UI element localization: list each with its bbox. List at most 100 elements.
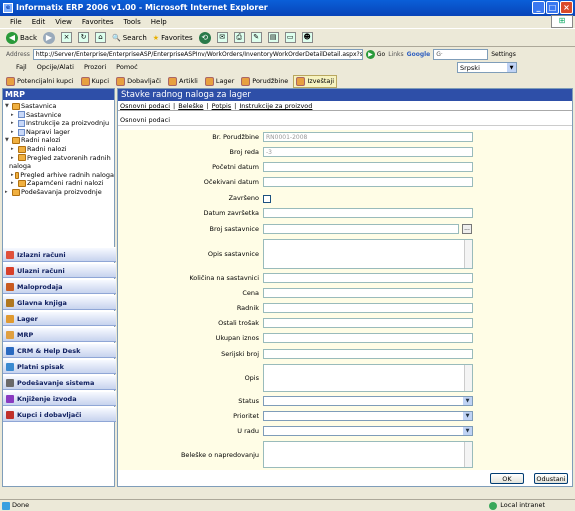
expand-icon[interactable]: ▸	[5, 188, 11, 197]
pocetni-datum-field[interactable]	[263, 162, 473, 172]
tree-item-radni-nalozi-folder[interactable]: ▼ Radni nalozi	[5, 136, 114, 145]
close-button[interactable]: ×	[560, 1, 573, 14]
ocekivani-datum-field[interactable]	[263, 177, 473, 187]
refresh-icon[interactable]: ↻	[78, 32, 89, 43]
zavrseno-checkbox[interactable]	[263, 195, 271, 203]
module-glavna-knjiga[interactable]: Glavna knjiga	[3, 295, 116, 310]
prioritet-select[interactable]: ▼	[263, 411, 473, 421]
module-platni-spisak[interactable]: Platni spisak	[3, 359, 116, 374]
discuss-icon[interactable]: ▤	[267, 32, 279, 43]
tree-item-sastavnice[interactable]: ▸ Sastavnice	[5, 111, 114, 120]
quick-artikli[interactable]: Artikli	[166, 76, 200, 87]
datum-zavrsetka-field[interactable]	[263, 208, 473, 218]
back-button[interactable]: ◀ Back	[6, 31, 37, 44]
address-input[interactable]: http://Server/Enterprise/EnterpriseASP/E…	[32, 48, 363, 60]
tree-item-pregled-zatvorenih[interactable]: ▸ Pregled zatvorenih radnih	[5, 154, 114, 163]
menu-favorites[interactable]: Favorites	[82, 16, 114, 28]
opis-sastavnice-textarea[interactable]	[263, 239, 473, 269]
scrollbar[interactable]	[464, 442, 472, 467]
links-label[interactable]: Links	[388, 51, 403, 58]
google-search-input[interactable]: G·	[433, 48, 489, 60]
collapse-icon[interactable]: ▼	[5, 102, 11, 111]
browser-toolbar: ◀ Back ▶ × ↻ ⌂ 🔍 Search ★ Favorites ⟲ ✉ ⎙ ✎…	[0, 28, 575, 47]
module-mrp[interactable]: MRP	[3, 327, 116, 342]
status-select[interactable]: ▼	[263, 396, 473, 406]
tree-item-sastavnica[interactable]: ▼ Sastavnica	[5, 102, 114, 111]
search-button[interactable]: 🔍 Search	[112, 34, 147, 42]
quick-porudzbine[interactable]: Porudžbine	[239, 76, 290, 87]
tree-item-podesavanja[interactable]: ▸ Podešavanja proizvodnje	[5, 188, 114, 197]
tab-instrukcije[interactable]: Instrukcije za proizvod	[239, 101, 312, 110]
tree-item-pregled-zatvorenih-cont[interactable]: naloga	[5, 162, 114, 171]
cancel-button[interactable]: Odustani	[534, 473, 568, 484]
quick-potencijalni-kupci[interactable]: Potencijalni kupci	[4, 76, 76, 87]
home-icon[interactable]: ⌂	[95, 32, 106, 43]
cena-field[interactable]	[263, 288, 473, 298]
ok-button[interactable]: OK	[490, 473, 524, 484]
tab-beleske[interactable]: Beleške	[178, 101, 203, 110]
menu-file[interactable]: File	[10, 16, 22, 28]
left-panel: MRP ▼ Sastavnica ▸ Sastavnice ▸ Instrukcije…	[2, 88, 116, 487]
forward-button[interactable]: ▶	[43, 31, 55, 44]
menu-edit[interactable]: Edit	[32, 16, 46, 28]
folder-icon[interactable]: ▭	[284, 32, 296, 43]
go-button[interactable]: ▶ Go	[365, 49, 385, 59]
tree-item-napravi-lager[interactable]: ▸ Napravi lager	[5, 128, 114, 137]
br-porudzbine-field[interactable]: RN0001-2008	[263, 132, 473, 142]
module-ulazni-racuni[interactable]: Ulazni računi	[3, 263, 116, 278]
module-kupci-dobavljaci[interactable]: Kupci i dobavljači	[3, 407, 116, 422]
label-ostali-trosak: Ostali trošak	[218, 319, 259, 327]
app-menu-pomoc[interactable]: Pomoć	[116, 61, 138, 74]
module-crm[interactable]: CRM & Help Desk	[3, 343, 116, 358]
module-podesavanje-sistema[interactable]: Podešavanje sistema	[3, 375, 116, 390]
ukupan-iznos-field[interactable]	[263, 333, 473, 343]
settings-link[interactable]: Settings	[491, 51, 516, 58]
u-radu-select[interactable]: ▼	[263, 426, 473, 436]
scrollbar[interactable]	[464, 240, 472, 268]
tree-item-radni-nalozi[interactable]: ▸ Radni nalozi	[5, 145, 114, 154]
tab-potpis[interactable]: Potpis	[212, 101, 232, 110]
broj-sastavnice-field[interactable]	[263, 224, 459, 234]
menu-help[interactable]: Help	[151, 16, 167, 28]
stop-icon[interactable]: ×	[61, 32, 72, 43]
tree-item-pregled-arhive[interactable]: ▸ Pregled arhive radnih naloga	[5, 171, 114, 180]
radnik-field[interactable]	[263, 303, 473, 313]
language-select[interactable]: Srpski ▼	[457, 62, 517, 73]
lookup-button[interactable]: ...	[462, 224, 472, 234]
module-maloprodaja[interactable]: Maloprodaja	[3, 279, 116, 294]
broj-reda-field[interactable]: -3	[263, 147, 473, 157]
app-menu-opcije[interactable]: Opcije/Alati	[37, 61, 74, 74]
menu-tools[interactable]: Tools	[124, 16, 141, 28]
quick-dobavljaci[interactable]: Dobavljači	[114, 76, 163, 87]
app-menu-fajl[interactable]: Fajl	[16, 61, 27, 74]
maximize-button[interactable]: □	[546, 1, 559, 14]
serijski-broj-field[interactable]	[263, 349, 473, 359]
mail-icon[interactable]: ✉	[216, 32, 228, 43]
inventory-icon	[204, 76, 214, 86]
minimize-button[interactable]: _	[532, 1, 545, 14]
app-menu-prozori[interactable]: Prozori	[84, 61, 106, 74]
collapse-icon[interactable]: ▼	[5, 136, 11, 145]
module-knjizenje-izvoda[interactable]: Knjiženje izvoda	[3, 391, 116, 406]
beleske-textarea[interactable]	[263, 441, 473, 468]
kolicina-field[interactable]	[263, 273, 473, 283]
history-icon[interactable]: ⟲	[198, 31, 211, 44]
star-icon: ★	[152, 33, 160, 42]
tree-item-zapamceni[interactable]: ▸ Zapamćeni radni nalozi	[5, 179, 114, 188]
tab-osnovni-podaci[interactable]: Osnovni podaci	[120, 101, 170, 110]
ostali-trosak-field[interactable]	[263, 318, 473, 328]
module-lager[interactable]: Lager	[3, 311, 116, 326]
opis-textarea[interactable]	[263, 364, 473, 392]
quick-kupci[interactable]: Kupci	[79, 76, 112, 87]
module-izlazni-racuni[interactable]: Izlazni računi	[3, 247, 116, 262]
favorites-button[interactable]: ★ Favorites	[153, 34, 193, 42]
print-icon[interactable]: ⎙	[233, 32, 245, 43]
edit-icon[interactable]: ✎	[250, 32, 262, 43]
settings-icon	[6, 379, 14, 387]
quick-izvestaji[interactable]: Izveštaji	[293, 74, 338, 88]
messenger-icon[interactable]: ☻	[301, 32, 313, 43]
scrollbar[interactable]	[464, 365, 472, 391]
quick-lager[interactable]: Lager	[203, 76, 236, 87]
menu-view[interactable]: View	[55, 16, 72, 28]
tree-item-instrukcije[interactable]: ▸ Instrukcije za proizvodnju	[5, 119, 114, 128]
